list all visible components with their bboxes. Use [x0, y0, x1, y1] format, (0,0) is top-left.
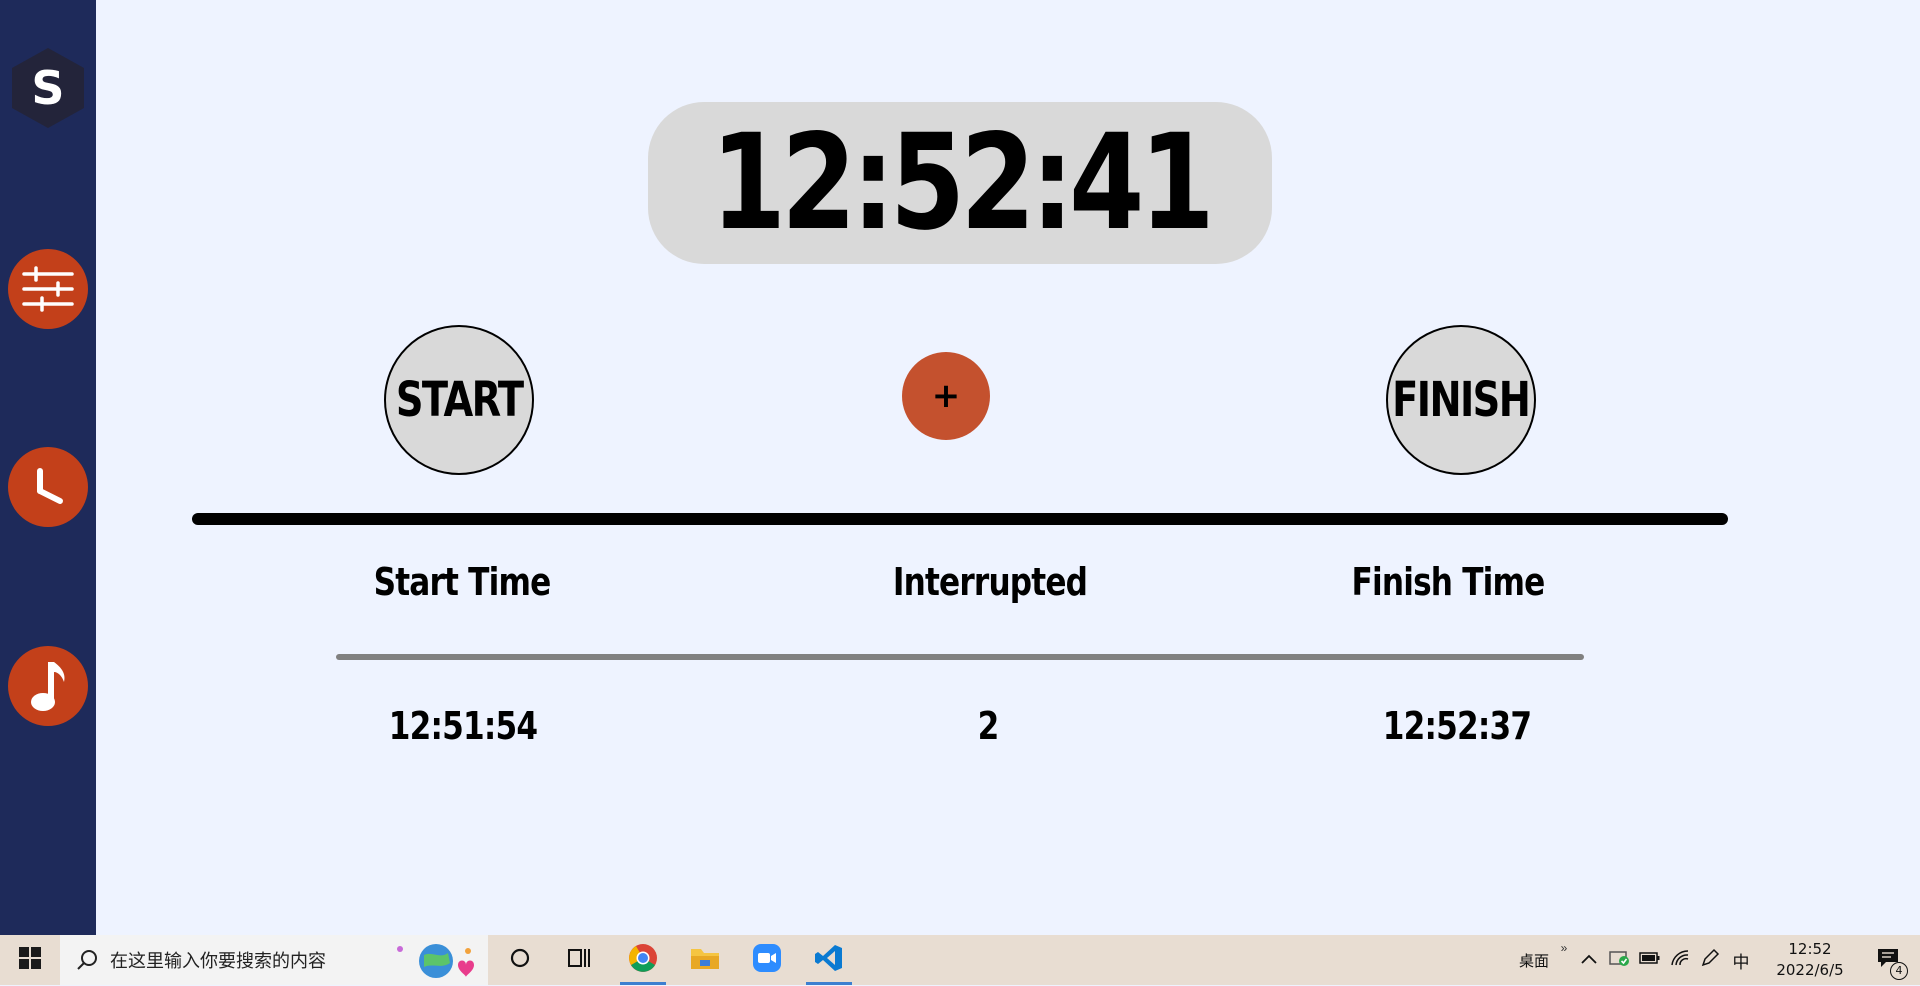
ime-label: 中: [1732, 952, 1750, 973]
pen-icon: [1700, 948, 1720, 973]
tray-security-status[interactable]: [1606, 935, 1634, 985]
finish-button-label: FINISH: [1392, 372, 1531, 428]
cortana-circle-icon: [509, 947, 531, 974]
chrome-icon: [628, 943, 658, 978]
current-time: 12:52:41: [710, 106, 1214, 260]
tray-battery[interactable]: [1636, 935, 1664, 985]
windows-logo-icon: [19, 946, 41, 974]
timer-app: S 12:52:41 START + FINISH Start Time Int…: [0, 0, 1920, 935]
notification-icon: 4: [1876, 947, 1908, 980]
taskbar-search[interactable]: 在这里输入你要搜索的内容: [60, 935, 488, 985]
secondary-divider: [336, 654, 1584, 660]
desktop-label: 桌面: [1518, 951, 1549, 970]
main-divider: [192, 513, 1728, 525]
plus-icon: +: [931, 376, 961, 416]
taskbar: 在这里输入你要搜索的内容 桌面 » 中 12:52 2022/6/5 4: [0, 935, 1920, 985]
toolbar-expand[interactable]: »: [1554, 923, 1574, 973]
add-interruption-button[interactable]: +: [902, 352, 990, 440]
search-highlight-icon: [396, 941, 482, 986]
sidebar: S: [0, 0, 96, 935]
tray-date: 2022/6/5: [1776, 961, 1844, 979]
clock-icon: [28, 467, 68, 507]
chevron-up-icon: [1581, 951, 1597, 969]
tray-ime[interactable]: 中: [1726, 935, 1756, 985]
double-chevron-icon: »: [1560, 941, 1568, 955]
security-check-icon: [1609, 949, 1631, 972]
taskbar-app-vscode[interactable]: [800, 935, 858, 985]
tray-time: 12:52: [1788, 940, 1832, 958]
settings-sliders-icon: [20, 266, 76, 312]
tray-pen[interactable]: [1696, 935, 1724, 985]
interrupted-count: 2: [977, 704, 1000, 748]
folder-icon: [690, 945, 720, 976]
taskbar-app-chrome[interactable]: [614, 935, 672, 985]
taskbar-app-zoom[interactable]: [738, 935, 796, 985]
battery-icon: [1639, 951, 1661, 970]
finish-time-value: 12:52:37: [1382, 704, 1532, 748]
windows-start-button[interactable]: [0, 935, 60, 985]
music-note-icon: [28, 658, 68, 714]
tray-network[interactable]: [1666, 935, 1694, 985]
interrupted-label: Interrupted: [892, 560, 1088, 604]
vscode-icon: [814, 943, 844, 978]
finish-time-label: Finish Time: [1351, 560, 1546, 604]
start-time-label: Start Time: [373, 560, 552, 604]
clock-button[interactable]: [8, 447, 88, 527]
wifi-icon: [1670, 949, 1690, 972]
tray-clock[interactable]: 12:52 2022/6/5: [1762, 939, 1858, 981]
app-logo[interactable]: S: [8, 46, 88, 130]
zoom-video-icon: [752, 943, 782, 978]
start-time-value: 12:51:54: [388, 704, 538, 748]
finish-button[interactable]: FINISH: [1386, 325, 1536, 475]
action-center-button[interactable]: 4: [1860, 935, 1916, 985]
settings-button[interactable]: [8, 249, 88, 329]
taskbar-app-explorer[interactable]: [676, 935, 734, 985]
show-hidden-icons[interactable]: [1576, 935, 1602, 985]
music-button[interactable]: [8, 646, 88, 726]
search-icon: [76, 949, 98, 976]
start-button-label: START: [395, 372, 524, 428]
task-view-button[interactable]: [554, 935, 606, 985]
task-view-icon: [568, 947, 592, 974]
notification-count-badge: 4: [1890, 961, 1908, 980]
current-time-display: 12:52:41: [648, 102, 1272, 264]
search-placeholder: 在这里输入你要搜索的内容: [110, 951, 326, 972]
cortana-button[interactable]: [494, 935, 546, 985]
start-button[interactable]: START: [384, 325, 534, 475]
logo-letter: S: [31, 61, 64, 115]
desktop-toolbar[interactable]: 桌面: [1514, 935, 1554, 985]
